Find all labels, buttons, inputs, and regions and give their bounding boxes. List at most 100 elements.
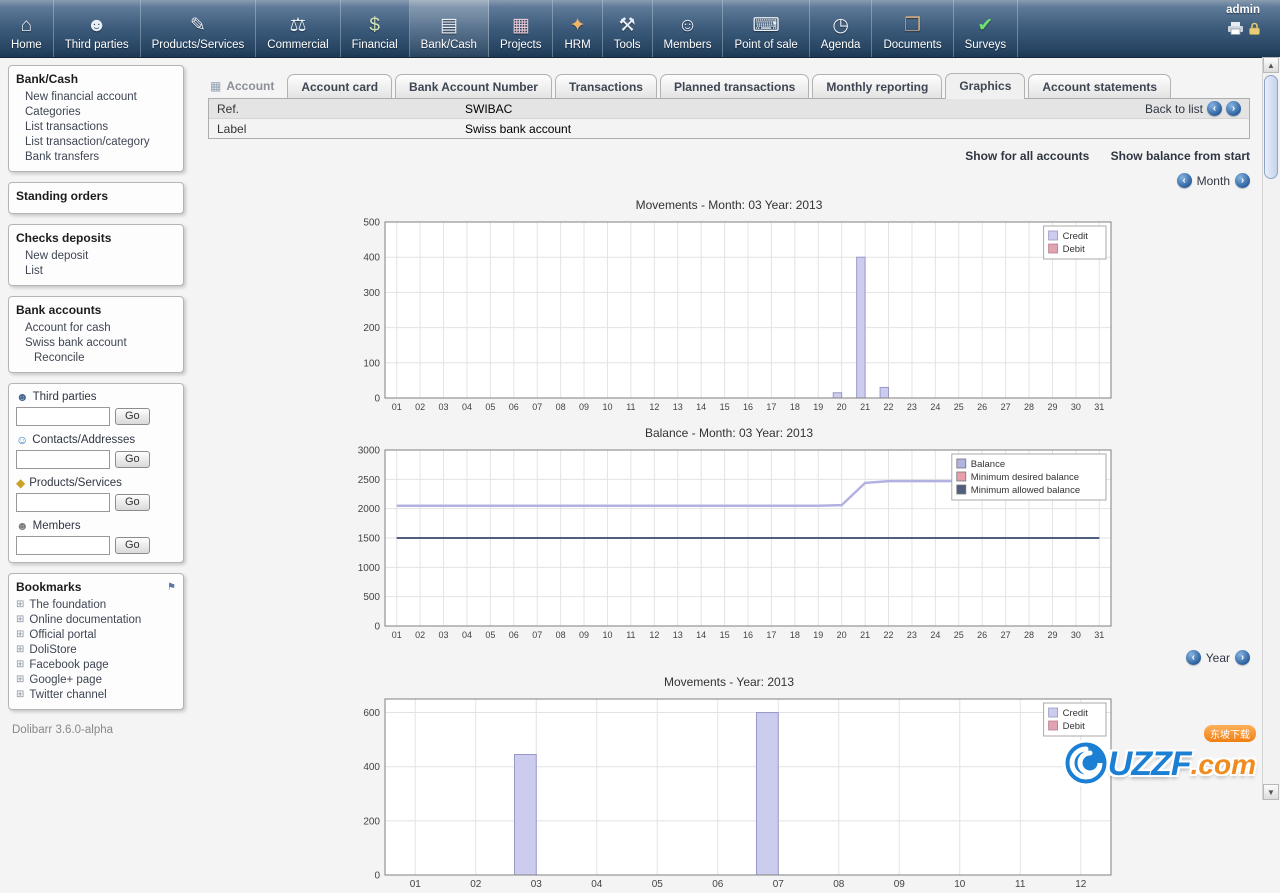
back-to-list-link[interactable]: Back to list <box>1145 102 1203 116</box>
go-button-products-services[interactable]: Go <box>115 494 150 511</box>
vertical-scrollbar[interactable]: ▲ ▼ <box>1262 57 1280 800</box>
next-record-icon[interactable]: › <box>1226 101 1241 116</box>
sidebar-item-bank-transfers[interactable]: Bank transfers <box>16 149 176 164</box>
tab-graphics[interactable]: Graphics <box>945 73 1025 99</box>
search-input-members[interactable] <box>16 536 110 555</box>
logout-lock-icon[interactable] <box>1249 22 1260 38</box>
menu-members[interactable]: ☺Members <box>653 0 724 57</box>
svg-text:03: 03 <box>531 879 543 890</box>
svg-text:09: 09 <box>894 879 906 890</box>
bookmarks-title-text: Bookmarks <box>16 580 81 594</box>
menu-surveys[interactable]: ✔Surveys <box>954 0 1019 57</box>
svg-text:08: 08 <box>556 630 566 640</box>
chart-title-1: Balance - Month: 03 Year: 2013 <box>339 426 1119 440</box>
sidebar-item-new-deposit[interactable]: New deposit <box>16 248 176 263</box>
tab-account-card[interactable]: Account card <box>287 74 392 98</box>
svg-text:07: 07 <box>532 402 542 412</box>
field-value-label: Swiss bank account <box>465 122 571 136</box>
search-label-products-services[interactable]: Products/Services <box>29 477 122 489</box>
go-button-third-parties[interactable]: Go <box>115 408 150 425</box>
svg-text:19: 19 <box>813 402 823 412</box>
next-month-icon[interactable]: › <box>1235 173 1250 188</box>
search-label-contacts-addresses[interactable]: Contacts/Addresses <box>32 434 135 446</box>
sidebar-section-title[interactable]: Bank accounts <box>16 303 176 317</box>
svg-text:29: 29 <box>1047 402 1057 412</box>
menu-third-parties[interactable]: ☻Third parties <box>54 0 141 57</box>
scroll-down-icon[interactable]: ▼ <box>1263 784 1279 800</box>
bookmarks-title[interactable]: Bookmarks ⚑ <box>16 580 176 594</box>
svg-text:02: 02 <box>415 630 425 640</box>
menu-label: Point of sale <box>734 39 797 51</box>
menu-products-services[interactable]: ✎Products/Services <box>141 0 257 57</box>
bookmark-the-foundation[interactable]: ⊞The foundation <box>16 597 176 612</box>
tab-planned-transactions[interactable]: Planned transactions <box>660 74 809 98</box>
tab-bank-account-number[interactable]: Bank Account Number <box>395 74 552 98</box>
search-label-third-parties[interactable]: Third parties <box>33 391 97 403</box>
show-all-accounts-link[interactable]: Show for all accounts <box>965 149 1089 163</box>
svg-text:05: 05 <box>652 879 664 890</box>
sidebar-item-swiss-bank-account[interactable]: Swiss bank account <box>16 335 176 350</box>
menu-financial[interactable]: $Financial <box>341 0 410 57</box>
year-nav: ‹ Year › <box>208 650 1250 665</box>
tab-account-statements[interactable]: Account statements <box>1028 74 1171 98</box>
logged-user[interactable]: admin <box>1226 4 1260 16</box>
chart-title-0: Movements - Month: 03 Year: 2013 <box>339 198 1119 212</box>
menu-home[interactable]: ⌂Home <box>0 0 54 57</box>
search-input-third-parties[interactable] <box>16 407 110 426</box>
tab-transactions[interactable]: Transactions <box>555 74 657 98</box>
svg-text:2500: 2500 <box>358 475 381 486</box>
svg-text:17: 17 <box>766 630 776 640</box>
sidebar-item-reconcile[interactable]: Reconcile <box>16 350 176 365</box>
search-input-contacts-addresses[interactable] <box>16 450 110 469</box>
menu-agenda[interactable]: ◷Agenda <box>810 0 873 57</box>
svg-text:21: 21 <box>860 402 870 412</box>
contacts-addresses-icon: ☺ <box>16 433 28 447</box>
menu-documents[interactable]: ❒Documents <box>872 0 953 57</box>
bookmark-twitter-channel[interactable]: ⊞Twitter channel <box>16 687 176 702</box>
search-input-products-services[interactable] <box>16 493 110 512</box>
svg-text:07: 07 <box>532 630 542 640</box>
sidebar-box-bank-accounts: Bank accounts Account for cashSwiss bank … <box>8 296 184 373</box>
menu-hrm[interactable]: ✦HRM <box>553 0 602 57</box>
scrollbar-thumb[interactable] <box>1264 75 1278 179</box>
chart-svg-0: 0100200300400500010203040506070809101112… <box>339 216 1119 416</box>
go-button-contacts-addresses[interactable]: Go <box>115 451 150 468</box>
bookmark-facebook-page[interactable]: ⊞Facebook page <box>16 657 176 672</box>
sidebar-item-new-financial-account[interactable]: New financial account <box>16 89 176 104</box>
add-bookmark-icon[interactable]: ⚑ <box>167 582 176 593</box>
show-balance-from-start-link[interactable]: Show balance from start <box>1111 149 1250 163</box>
actions-row: Show for all accounts Show balance from … <box>208 149 1250 163</box>
bookmark-dolistore[interactable]: ⊞DoliStore <box>16 642 176 657</box>
sidebar-item-list-transaction-category[interactable]: List transaction/category <box>16 134 176 149</box>
svg-text:22: 22 <box>884 402 894 412</box>
record-row-ref: Ref. SWIBAC Back to list ‹ › <box>209 99 1249 118</box>
menu-projects[interactable]: ▦Projects <box>489 0 554 57</box>
next-year-icon[interactable]: › <box>1235 650 1250 665</box>
sidebar-item-categories[interactable]: Categories <box>16 104 176 119</box>
sidebar-section-title[interactable]: Standing orders <box>16 189 176 203</box>
prev-month-icon[interactable]: ‹ <box>1177 173 1192 188</box>
bookmark-official-portal[interactable]: ⊞Official portal <box>16 627 176 642</box>
menu-point-of-sale[interactable]: ⌨Point of sale <box>723 0 809 57</box>
tab-monthly-reporting[interactable]: Monthly reporting <box>812 74 942 98</box>
sidebar-item-account-for-cash[interactable]: Account for cash <box>16 320 176 335</box>
prev-record-icon[interactable]: ‹ <box>1207 101 1222 116</box>
search-label-members[interactable]: Members <box>33 520 81 532</box>
print-icon[interactable] <box>1228 22 1243 38</box>
svg-text:200: 200 <box>363 816 380 827</box>
svg-text:03: 03 <box>439 402 449 412</box>
sidebar-section-title[interactable]: Bank/Cash <box>16 72 176 86</box>
prev-year-icon[interactable]: ‹ <box>1186 650 1201 665</box>
go-button-members[interactable]: Go <box>115 537 150 554</box>
field-value-ref: SWIBAC <box>465 102 512 116</box>
scroll-up-icon[interactable]: ▲ <box>1263 57 1279 73</box>
sidebar-item-list-transactions[interactable]: List transactions <box>16 119 176 134</box>
bookmark-google-page[interactable]: ⊞Google+ page <box>16 672 176 687</box>
sidebar-section-title[interactable]: Checks deposits <box>16 231 176 245</box>
menu-tools[interactable]: ⚒Tools <box>603 0 653 57</box>
menu-bank-cash[interactable]: ▤Bank/Cash <box>410 0 489 57</box>
menu-commercial[interactable]: ⚖Commercial <box>256 0 340 57</box>
bookmark-online-documentation[interactable]: ⊞Online documentation <box>16 612 176 627</box>
sidebar-item-list[interactable]: List <box>16 263 176 278</box>
svg-text:03: 03 <box>439 630 449 640</box>
